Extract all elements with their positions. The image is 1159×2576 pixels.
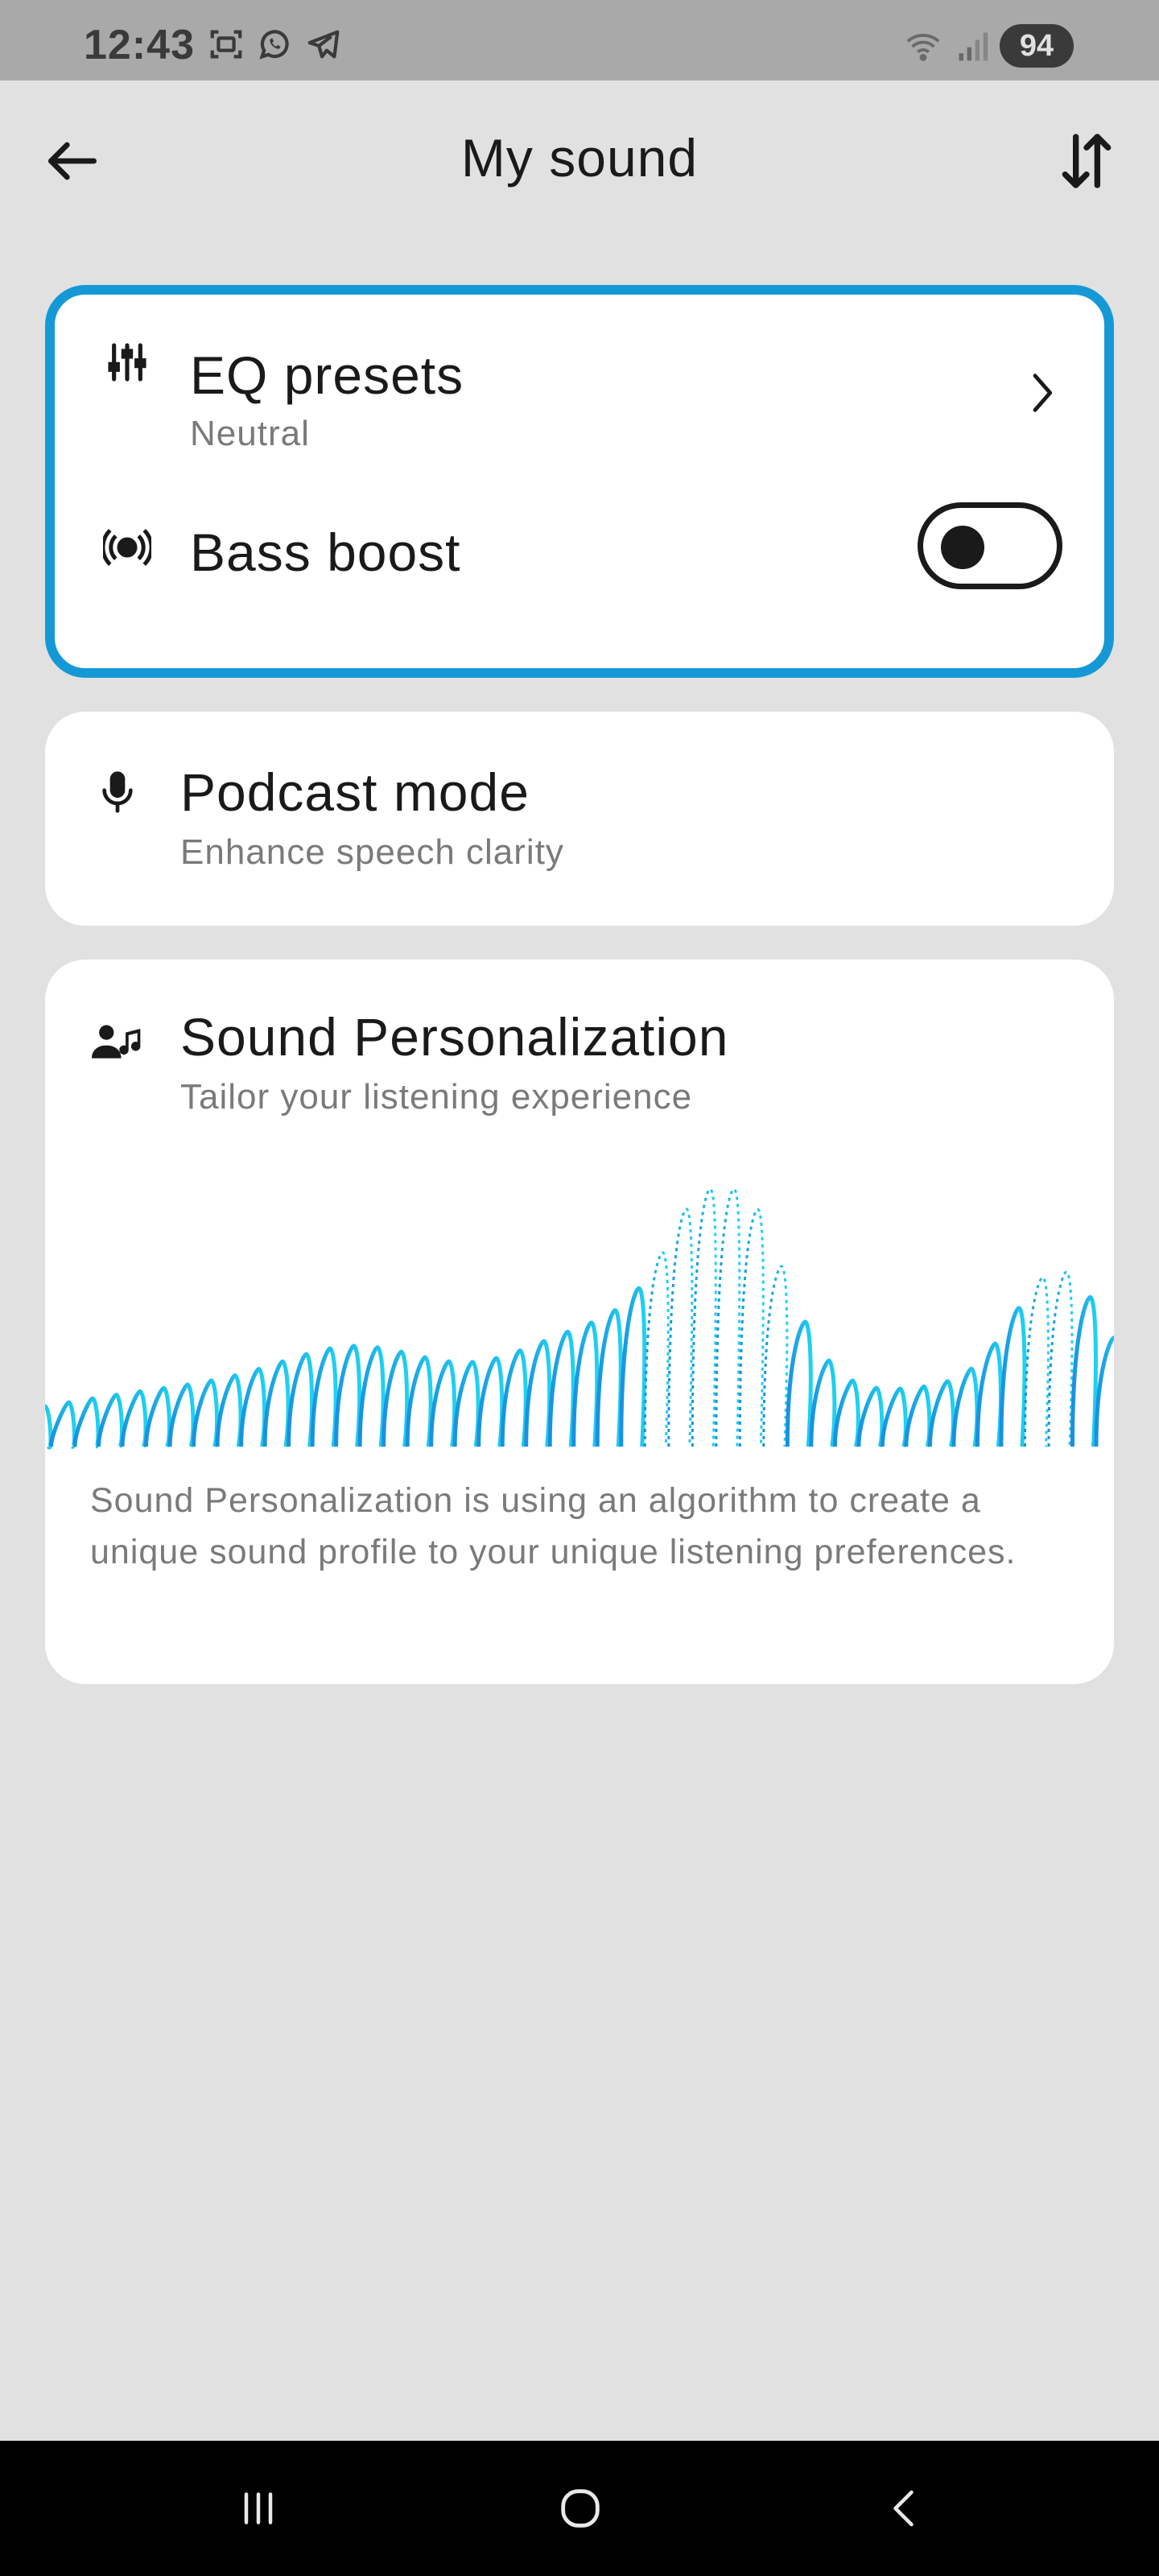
wave-line [524, 1339, 552, 1447]
wave-lines [45, 1187, 1114, 1450]
wave-line [738, 1208, 765, 1447]
wave-line [809, 1358, 837, 1447]
wave-line [619, 1286, 647, 1447]
wave-line [951, 1366, 980, 1447]
screenshot-icon [210, 30, 242, 59]
chevron-right-icon [1033, 374, 1053, 412]
home-button[interactable] [536, 2468, 625, 2549]
status-bar: 12:43 94 [0, 0, 1159, 80]
wave-line [667, 1208, 694, 1447]
wave-line [334, 1344, 362, 1447]
wave-line [571, 1320, 600, 1447]
toggle-knob [941, 526, 984, 569]
podcast-card[interactable]: Podcast mode Enhance speech clarity [45, 712, 1114, 926]
wave-line [1094, 1335, 1114, 1447]
wave-line [880, 1386, 908, 1448]
wave-line [691, 1187, 717, 1447]
wave-line [500, 1348, 528, 1447]
status-icons-right: 94 [901, 24, 1074, 68]
wave-line [999, 1306, 1027, 1447]
wave-line [120, 1389, 148, 1448]
sliders-icon [101, 336, 153, 388]
wave-line [167, 1382, 196, 1447]
podcast-mode-subtitle: Enhance speech clarity [180, 832, 564, 872]
wave-line [405, 1355, 433, 1447]
wave-line [927, 1379, 955, 1447]
wave-line [262, 1359, 291, 1447]
podcast-mode-title: Podcast mode [180, 762, 530, 822]
recents-button[interactable] [214, 2468, 303, 2549]
wave-line [72, 1396, 101, 1449]
wave-line [785, 1319, 813, 1447]
wave-line [97, 1393, 124, 1449]
wave-line [49, 1400, 76, 1449]
wave-line [856, 1385, 885, 1448]
wave-line [643, 1251, 670, 1447]
status-icons-left [208, 26, 343, 63]
nav-back-icon [893, 2490, 914, 2527]
wave-line [310, 1346, 338, 1447]
person-music-icon [92, 1016, 143, 1067]
bass-boost-title: Bass boost [190, 522, 461, 582]
page-title: My sound [460, 128, 699, 188]
wave-line [357, 1345, 386, 1447]
wave-line [192, 1378, 219, 1447]
wave-line [452, 1360, 481, 1447]
app-bar: My sound [0, 80, 1159, 242]
eq-presets-subtitle: Neutral [190, 414, 310, 453]
bass-boost-row: Bass boost [55, 472, 1104, 678]
eq-presets-title: EQ presets [190, 345, 464, 405]
wave-line [1023, 1276, 1050, 1447]
battery-badge: 94 [1000, 24, 1074, 68]
wave-line [547, 1329, 575, 1447]
wave-line [382, 1349, 410, 1447]
recents-icon [244, 2492, 273, 2524]
signal-icon [959, 32, 988, 61]
personalization-card[interactable]: Sound Personalization Tailor your listen… [45, 960, 1114, 1684]
wifi-icon [906, 34, 940, 61]
wave-line [476, 1356, 505, 1447]
personalization-subtitle: Tailor your listening experience [180, 1077, 693, 1117]
sound-wave-svg [45, 1187, 1114, 1450]
nav-back-button[interactable] [861, 2468, 950, 2549]
personalization-description: Sound Personalization is using an algori… [90, 1481, 1017, 1571]
speaker-icon [101, 522, 153, 573]
wave-line [832, 1378, 860, 1447]
wave-line [762, 1265, 789, 1447]
wave-line [715, 1187, 741, 1447]
eq-presets-row[interactable]: EQ presets Neutral [55, 295, 1104, 472]
telegram-icon [307, 30, 340, 59]
microphone-icon [92, 766, 143, 818]
wave-line [215, 1373, 243, 1447]
wave-line [975, 1341, 1003, 1447]
eq-card: EQ presets Neutral Bass boost [45, 285, 1114, 678]
wave-line [429, 1359, 457, 1447]
home-icon [561, 2489, 600, 2528]
wave-line [1047, 1270, 1074, 1447]
wave-line [144, 1385, 172, 1448]
bass-boost-toggle[interactable] [918, 502, 1062, 589]
status-time: 12:43 [84, 22, 195, 68]
sound-wave-graphic [45, 1181, 1114, 1463]
wave-line [1070, 1294, 1098, 1447]
navigation-bar [0, 2441, 1159, 2576]
wave-line [904, 1384, 932, 1447]
personalization-title: Sound Personalization [180, 1007, 729, 1067]
wave-line [287, 1352, 315, 1447]
wave-line [239, 1366, 267, 1447]
sort-icon [1062, 134, 1112, 188]
whatsapp-icon [259, 30, 289, 60]
wave-line [595, 1308, 623, 1447]
sort-button[interactable] [1046, 121, 1127, 201]
